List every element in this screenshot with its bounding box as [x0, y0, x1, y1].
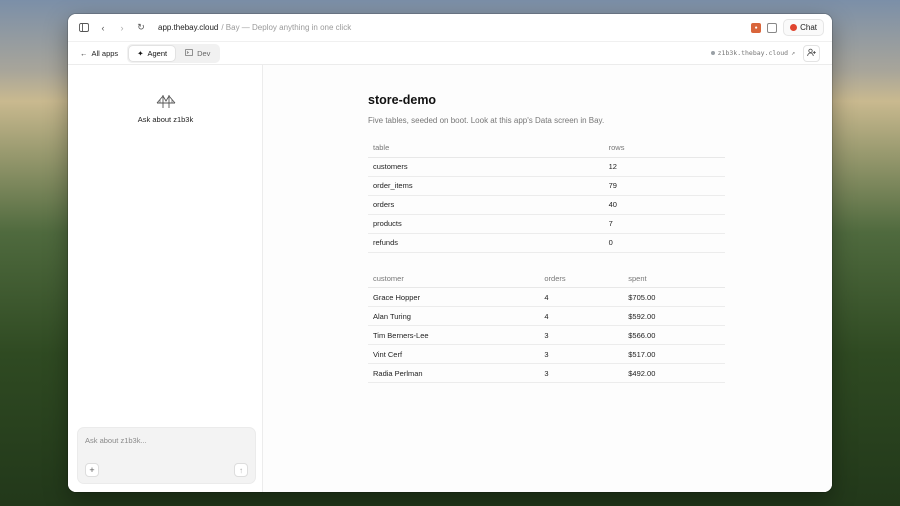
column-header-table: table — [368, 139, 604, 158]
spent-cell: $492.00 — [623, 363, 725, 383]
page-subtitle: Five tables, seeded on boot. Look at thi… — [368, 116, 605, 125]
customer-cell: Radia Perlman — [368, 363, 540, 383]
app-toolbar: ← All apps ✦ Agent Dev z1b3k.thebay.clou… — [68, 42, 832, 65]
agent-composer[interactable]: Ask about z1b3k... + ↑ — [77, 427, 256, 484]
table-row: Radia Perlman 3 $492.00 — [368, 363, 725, 383]
add-user-icon — [807, 48, 816, 59]
orders-cell: 4 — [539, 287, 624, 307]
plus-icon: + — [89, 465, 95, 475]
agent-empty-state: Ask about z1b3k — [68, 93, 263, 124]
row-count-cell: 40 — [603, 195, 725, 215]
customer-cell: Vint Cerf — [368, 344, 540, 364]
mode-tabs: ✦ Agent Dev — [127, 43, 221, 63]
table-row: order_items 79 — [368, 176, 725, 196]
reload-icon[interactable]: ↻ — [133, 20, 149, 36]
tab-agent[interactable]: ✦ Agent — [129, 45, 176, 61]
table-name-cell: order_items — [368, 176, 604, 196]
tab-agent-label: Agent — [147, 48, 168, 58]
table-row: Alan Turing 4 $592.00 — [368, 306, 725, 326]
tab-dev-label: Dev — [197, 48, 211, 58]
agent-empty-label: Ask about z1b3k — [137, 115, 194, 124]
chat-button[interactable]: Chat — [783, 19, 824, 36]
row-count-cell: 79 — [603, 176, 725, 196]
spent-cell: $566.00 — [623, 325, 725, 345]
table-row: products 7 — [368, 214, 725, 234]
app-domain-link[interactable]: z1b3k.thebay.cloud ↗ — [710, 49, 795, 57]
all-apps-link[interactable]: ← All apps — [80, 49, 118, 58]
table-name-cell: refunds — [368, 233, 604, 253]
address-bar[interactable]: app.thebay.cloud / Bay — Deploy anything… — [158, 23, 351, 32]
top-customers-table: customer orders spent Grace Hopper 4 $705.… — [368, 269, 725, 383]
attach-button[interactable]: + — [85, 463, 99, 477]
forward-icon[interactable]: › — [114, 20, 130, 36]
table-header-row: customer orders spent — [368, 269, 725, 288]
add-user-button[interactable] — [803, 44, 820, 62]
app-domain: z1b3k.thebay.cloud — [717, 49, 789, 57]
orders-cell: 3 — [539, 325, 624, 345]
spent-cell: $517.00 — [623, 344, 725, 364]
store-demo-page: store-demo Five tables, seeded on boot. … — [368, 93, 725, 383]
status-dot — [710, 51, 715, 55]
table-name-cell: orders — [368, 195, 604, 215]
customer-cell: Alan Turing — [368, 306, 540, 326]
customer-cell: Grace Hopper — [368, 287, 540, 307]
column-header-spent: spent — [623, 269, 725, 288]
terminal-icon — [185, 48, 194, 58]
extension-icon[interactable]: ● — [751, 22, 762, 33]
chat-label: Chat — [800, 23, 817, 32]
table-row: Tim Berners-Lee 3 $566.00 — [368, 325, 725, 345]
external-link-icon: ↗ — [791, 49, 795, 57]
tab-dev[interactable]: Dev — [177, 46, 218, 61]
table-row: orders 40 — [368, 195, 725, 215]
column-header-customer: customer — [368, 269, 540, 288]
table-row: customers 12 — [368, 157, 725, 177]
arrow-left-icon: ← — [80, 48, 88, 58]
all-apps-label: All apps — [91, 48, 119, 58]
url-page-title: / Bay — Deploy anything in one click — [221, 23, 352, 32]
orders-cell: 3 — [539, 363, 624, 383]
app-preview: store-demo Five tables, seeded on boot. … — [263, 65, 832, 492]
spent-cell: $592.00 — [623, 306, 725, 326]
table-row: Grace Hopper 4 $705.00 — [368, 287, 725, 307]
page-title: store-demo — [368, 93, 437, 107]
tables-table: table rows customers 12 order_items 79 ord… — [368, 139, 725, 253]
composer-input[interactable]: Ask about z1b3k... — [85, 436, 147, 445]
back-icon[interactable]: ‹ — [95, 20, 111, 36]
row-count-cell: 12 — [603, 157, 725, 177]
column-header-orders: orders — [539, 269, 624, 288]
table-header-row: table rows — [368, 139, 725, 158]
browser-toolbar: ‹ › ↻ app.thebay.cloud / Bay — Deploy an… — [68, 14, 832, 42]
app-window: ‹ › ↻ app.thebay.cloud / Bay — Deploy an… — [68, 14, 832, 492]
arrow-up-icon: ↑ — [239, 465, 243, 475]
table-name-cell: customers — [368, 157, 604, 177]
table-row: refunds 0 — [368, 233, 725, 253]
picture-in-picture-icon[interactable] — [767, 22, 778, 33]
orders-cell: 4 — [539, 306, 624, 326]
url-host: app.thebay.cloud — [158, 23, 219, 32]
row-count-cell: 7 — [603, 214, 725, 234]
orders-cell: 3 — [539, 344, 624, 364]
sidebar-toggle-icon[interactable] — [76, 20, 92, 36]
send-button[interactable]: ↑ — [234, 463, 248, 477]
spent-cell: $705.00 — [623, 287, 725, 307]
bridge-icon — [156, 95, 175, 108]
row-count-cell: 0 — [603, 233, 725, 253]
table-row: Vint Cerf 3 $517.00 — [368, 344, 725, 364]
chat-icon — [790, 24, 798, 31]
sparkle-icon: ✦ — [137, 48, 144, 58]
table-name-cell: products — [368, 214, 604, 234]
column-header-rows: rows — [603, 139, 725, 158]
agent-sidebar: Ask about z1b3k Ask about z1b3k... + ↑ — [68, 65, 263, 492]
customer-cell: Tim Berners-Lee — [368, 325, 540, 345]
